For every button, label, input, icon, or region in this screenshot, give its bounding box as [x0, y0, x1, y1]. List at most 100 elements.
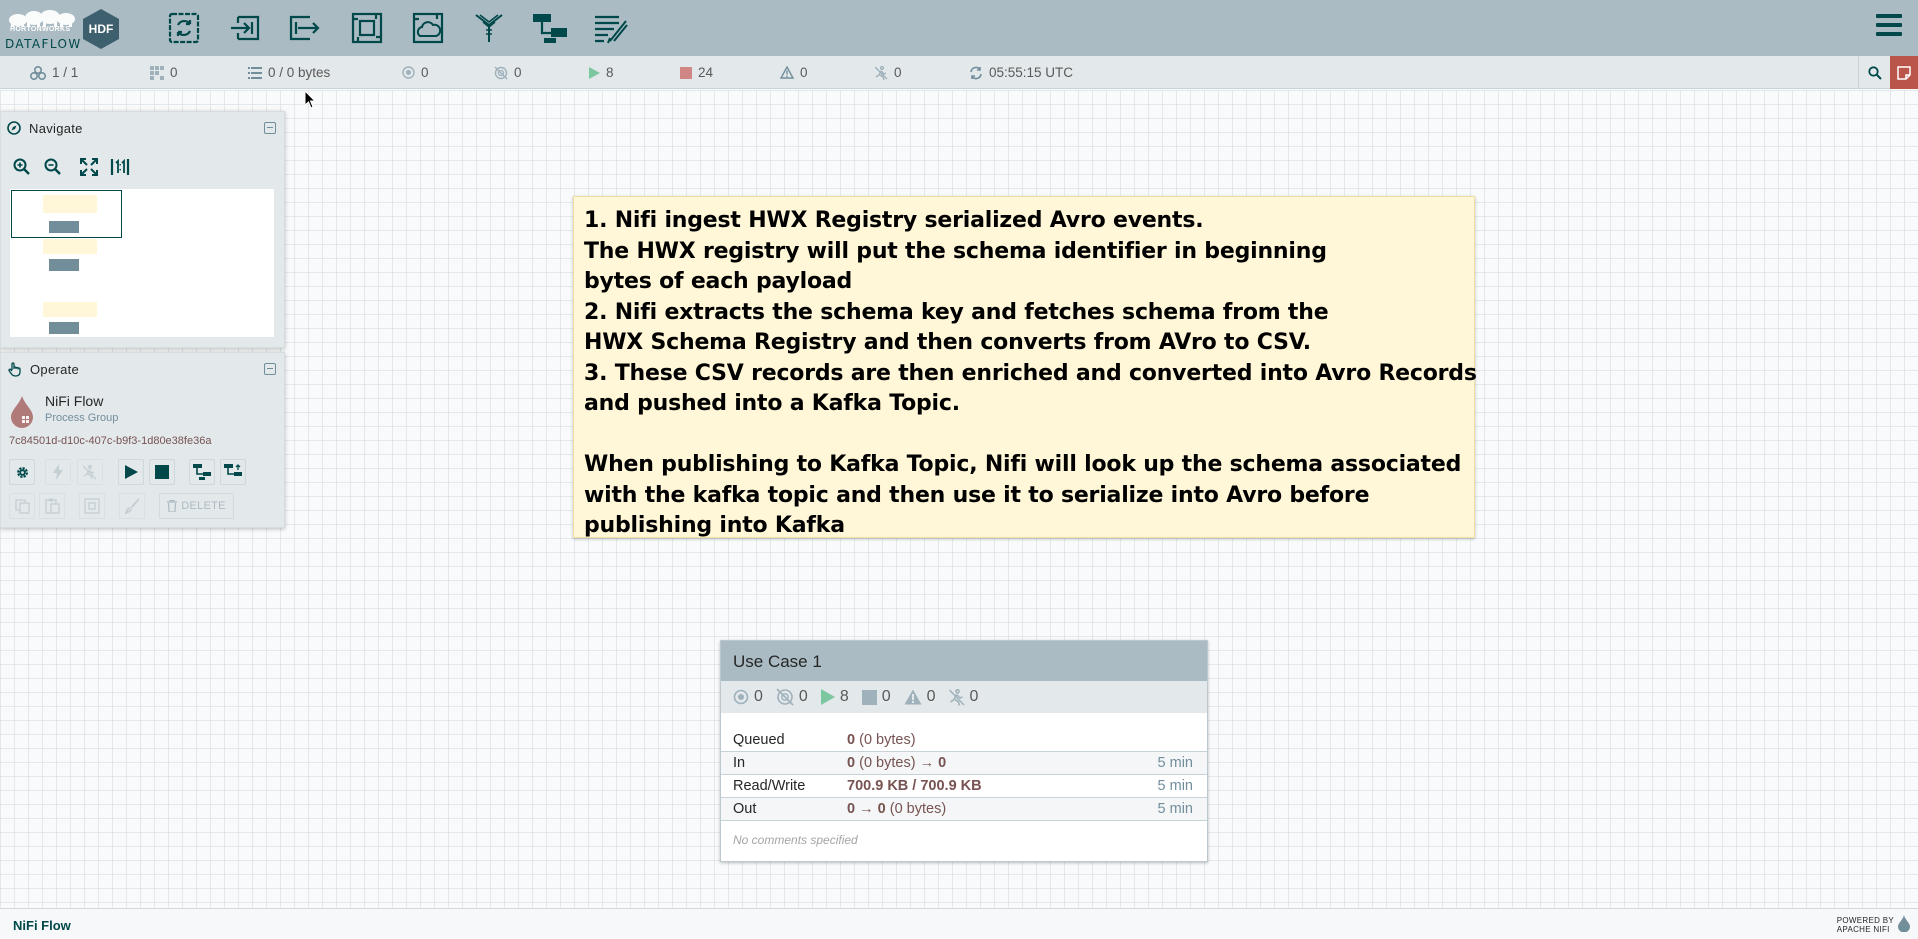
hdf-badge-label: HDF [89, 22, 114, 36]
operate-collapse-button[interactable] [264, 363, 276, 375]
actual-size-icon [110, 158, 130, 175]
birdseye-viewport[interactable] [11, 190, 122, 238]
stop-button[interactable] [149, 459, 175, 485]
threads-icon [150, 65, 164, 80]
process-group-use-case-1[interactable]: Use Case 1 0 0 8 0 0 0 Queued 0 (0 bytes… [720, 640, 1208, 862]
pg-invalid-count: 0 [926, 688, 936, 705]
configure-button[interactable] [9, 459, 35, 485]
brand-small-text: HORTONWORKS [10, 26, 71, 33]
gear-icon [16, 466, 28, 478]
actual-size-button[interactable] [109, 156, 131, 178]
navigate-panel: Navigate [0, 111, 285, 348]
queue-list-icon [248, 66, 262, 79]
global-menu-button[interactable] [1876, 14, 1906, 42]
start-button[interactable] [118, 459, 144, 485]
group-button[interactable] [79, 493, 105, 519]
pg-transmitting-count: 0 [754, 688, 763, 705]
color-button[interactable] [119, 493, 145, 519]
expand-icon [80, 158, 98, 176]
header-bar: HORTONWORKS HDF DATAFLOW [0, 0, 1918, 56]
selection-id: 7c84501d-d10c-407c-b9f3-1d80e38fe36a [9, 435, 212, 447]
add-remote-process-group-button[interactable] [408, 8, 448, 48]
add-template-button[interactable] [530, 8, 570, 48]
add-processor-button[interactable] [164, 8, 204, 48]
cluster-status: 1 / 1 [30, 65, 78, 80]
label-icon [595, 15, 628, 44]
flow-status-bar: 1 / 1 0 0 / 0 bytes 0 0 8 24 0 0 05:55:1… [0, 56, 1918, 89]
active-threads-count: 0 [170, 65, 178, 80]
copy-button[interactable] [9, 493, 35, 519]
trash-icon [167, 500, 178, 512]
apache-nifi-label: APACHE NIFI [1836, 925, 1890, 934]
add-input-port-button[interactable] [225, 8, 265, 48]
zoom-in-button[interactable] [11, 156, 33, 178]
canvas-label[interactable]: 1. Nifi ingest HWX Registry serialized A… [573, 196, 1477, 538]
queued-row: Queued 0 (0 bytes) [721, 729, 1207, 752]
not-transmitting-count: 0 [514, 65, 522, 80]
create-template-button[interactable] [189, 459, 215, 485]
navigate-collapse-button[interactable] [264, 122, 276, 134]
search-icon [1867, 65, 1882, 80]
upload-template-button[interactable] [220, 459, 246, 485]
output-port-icon [289, 15, 320, 41]
zoom-in-icon [13, 158, 30, 175]
powered-by-label: POWERED BY [1836, 916, 1894, 925]
template-icon [193, 464, 211, 480]
breadcrumb-nifi-flow[interactable]: NiFi Flow [13, 918, 71, 933]
enable-button[interactable] [45, 459, 71, 485]
disable-button[interactable] [77, 459, 103, 485]
pg-transmitting: 0 [733, 688, 763, 706]
birdseye-view[interactable] [9, 188, 275, 338]
nifi-drop-icon [1898, 915, 1910, 932]
hdf-badge-icon: HDF [83, 9, 119, 49]
navigate-header[interactable]: Navigate [1, 112, 284, 144]
lightning-icon [53, 464, 63, 480]
bulletin-board-button[interactable] [1890, 56, 1918, 89]
running-count: 8 [606, 65, 614, 80]
zoom-out-button[interactable] [42, 156, 64, 178]
delete-label: DELETE [181, 500, 226, 512]
cluster-count: 1 / 1 [52, 65, 79, 80]
pg-invalid: 0 [904, 688, 936, 706]
refresh-status[interactable]: 05:55:15 UTC [969, 65, 1073, 80]
process-group-icon [351, 12, 383, 44]
add-output-port-button[interactable] [286, 8, 326, 48]
add-label-button[interactable] [591, 8, 631, 48]
nifi-drop-icon [11, 396, 33, 428]
in-time: 5 min [1157, 755, 1193, 771]
running-status: 8 [589, 65, 614, 80]
read-write-label: Read/Write [733, 778, 806, 794]
queued-status: 0 / 0 bytes [248, 65, 330, 80]
hand-pointer-icon [8, 361, 21, 377]
paste-button[interactable] [39, 493, 65, 519]
add-process-group-button[interactable] [347, 8, 387, 48]
powered-by-text: POWERED BY APACHE NIFI [1837, 916, 1894, 934]
zoom-out-icon [44, 158, 61, 175]
fit-view-button[interactable] [78, 156, 100, 178]
play-icon [820, 689, 835, 705]
in-value: 0 (0 bytes) → 0 [847, 755, 947, 771]
not-transmitting-icon [494, 66, 508, 79]
in-label: In [733, 755, 746, 771]
transmitting-count: 0 [421, 65, 429, 80]
compass-icon [7, 121, 21, 135]
operate-header[interactable]: Operate [1, 353, 284, 385]
disabled-icon [948, 688, 965, 706]
delete-button[interactable]: DELETE [159, 493, 234, 519]
pg-disabled: 0 [948, 688, 978, 706]
pg-not-transmitting: 0 [776, 688, 808, 706]
stop-icon [155, 465, 169, 479]
cluster-icon [30, 65, 46, 80]
add-funnel-button[interactable] [469, 8, 509, 48]
paste-icon [44, 498, 60, 514]
mouse-cursor-icon [305, 91, 317, 109]
processor-icon [168, 12, 200, 44]
queued-value: 0 / 0 bytes [268, 65, 331, 80]
stop-icon [861, 689, 877, 705]
warning-icon [780, 66, 794, 79]
search-button[interactable] [1858, 56, 1890, 89]
paint-brush-icon [124, 498, 140, 514]
stopped-status: 24 [680, 65, 713, 80]
invalid-count: 0 [800, 65, 808, 80]
disabled-icon [875, 65, 888, 80]
